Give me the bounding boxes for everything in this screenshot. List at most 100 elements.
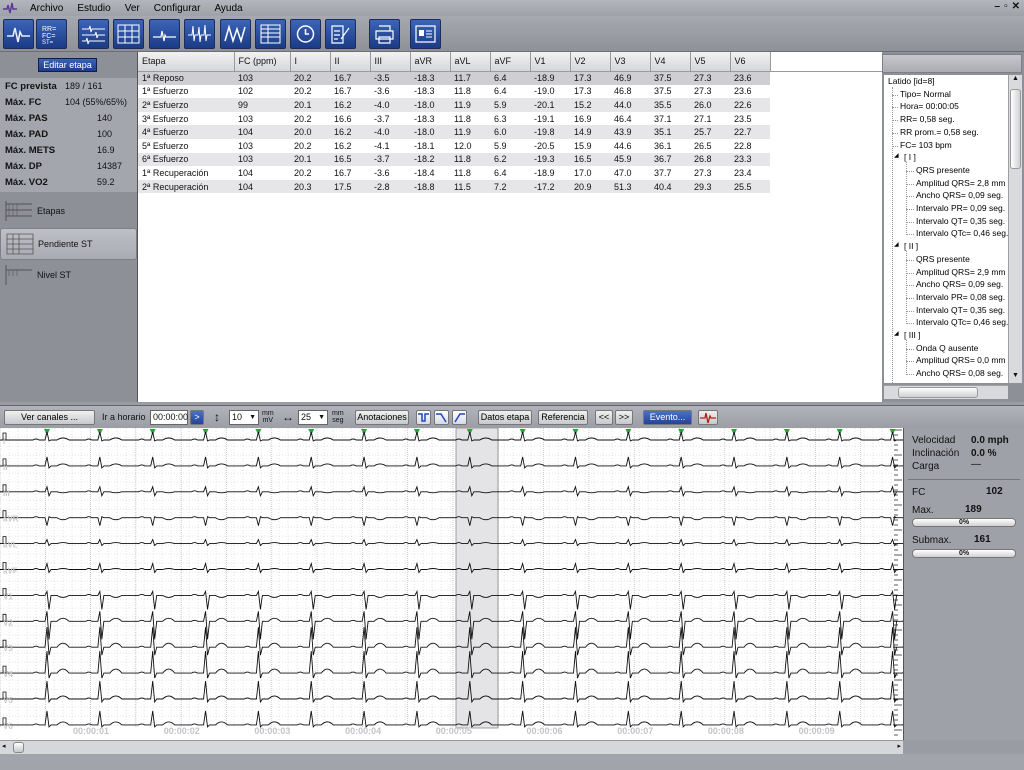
restore-icon[interactable]: ▫	[1004, 1, 1008, 12]
table-row[interactable]: 6ª Esfuerzo 103 20.1 16.5 -3.7 -18.2 11.8 6.2 -1…	[138, 152, 882, 167]
ver-canales-button[interactable]: Ver canales ...	[4, 410, 95, 425]
beats-button[interactable]	[184, 19, 215, 49]
nav-etapas[interactable]: Etapas	[0, 195, 137, 227]
evento-button[interactable]: Evento...	[643, 410, 692, 425]
menu-ayuda[interactable]: Ayuda	[207, 3, 249, 14]
tree-info-item[interactable]: Hora= 00:00:05	[900, 101, 959, 111]
tree-horizontal-scrollbar[interactable]	[884, 385, 1008, 399]
clock-button[interactable]	[290, 19, 321, 49]
table-row[interactable]: 5ª Esfuerzo 103 20.2 16.2 -4.1 -18.1 12.0 5.9 -2…	[138, 138, 882, 153]
column-header[interactable]: V3	[610, 52, 651, 72]
tree-lead-item[interactable]: QRS presente	[916, 165, 970, 175]
scroll-right-icon[interactable]: ▸	[897, 742, 901, 750]
scroll-left-icon[interactable]: ◂	[2, 742, 6, 750]
table-row[interactable]: 2ª Recuperación 104 20.3 17.5 -2.8 -18.8 11.5 7…	[138, 179, 882, 194]
menu-archivo[interactable]: Archivo	[23, 3, 70, 14]
tree-lead-item[interactable]: Intervalo PR= 0,09 seg.	[916, 203, 1005, 213]
table-row[interactable]: 1ª Reposo 103 20.2 16.7 -3.5 -18.3 11.7 6.4 -18.…	[138, 71, 882, 85]
ecg-strip-area[interactable]: I II III aVR aVL aVF V1 V2 V3 V4 V5 V6 00:00:01 00:00…	[0, 428, 903, 740]
column-header[interactable]: II	[330, 52, 371, 72]
column-header[interactable]: Etapa	[138, 52, 235, 72]
column-header[interactable]: V1	[530, 52, 571, 72]
nav-pendiente-st[interactable]: Pendiente ST	[0, 228, 137, 260]
printer-button[interactable]	[369, 19, 400, 49]
column-header[interactable]: V2	[570, 52, 611, 72]
menu-ver[interactable]: Ver	[118, 3, 147, 14]
scroll-up-icon[interactable]: ▲	[1010, 75, 1021, 86]
average-beat-button[interactable]	[220, 19, 251, 49]
tree-lead-item[interactable]: Amplitud QRS= 2,9 mm	[916, 267, 1006, 277]
speed-select[interactable]: 25 ▼	[298, 410, 328, 425]
tree-lead-item[interactable]: QRS presente	[916, 254, 970, 264]
gain-select[interactable]: 10 ▼	[229, 410, 259, 425]
report-button[interactable]	[410, 19, 441, 49]
tree-lead-item[interactable]: Ancho QRS= 0,09 seg.	[916, 279, 1003, 289]
rr-fc-st-button[interactable]: RR= FC= ST=	[36, 19, 67, 49]
tree-lead-item[interactable]: Intervalo QTc= 0,46 seg.	[916, 317, 1008, 327]
tree-lead-item[interactable]: Ancho QRS= 0,08 seg.	[916, 368, 1003, 378]
tree-lead-item[interactable]: Intervalo QT= 0,35 seg.	[916, 216, 1005, 226]
ecg-strip[interactable]: IIIIIIaVRaVLaVFV1V2V3V4V5V6 00:00:01 00:00…	[0, 428, 903, 740]
ecg-scroll-thumb[interactable]	[13, 742, 24, 753]
expand-icon[interactable]: ◢	[894, 152, 899, 159]
go-button[interactable]: >	[190, 410, 204, 425]
datos-etapa-button[interactable]: Datos etapa	[478, 410, 532, 425]
column-header[interactable]: V4	[650, 52, 691, 72]
tree-info-item[interactable]: FC= 103 bpm	[900, 140, 952, 150]
table-row[interactable]: 3ª Esfuerzo 103 20.2 16.6 -3.7 -18.3 11.8 6.3 -1…	[138, 111, 882, 126]
expand-icon[interactable]: ◢	[894, 241, 899, 248]
tree-lead-item[interactable]: Ancho QRS= 0,09 seg.	[916, 190, 1003, 200]
tree-lead-item[interactable]: Onda Q ausente	[916, 343, 978, 353]
table-row[interactable]: 1ª Esfuerzo 102 20.2 16.7 -3.6 -18.3 11.8 6.4 -1…	[138, 84, 882, 99]
tree-info-item[interactable]: Tipo= Normal	[900, 89, 951, 99]
referencia-button[interactable]: Referencia	[538, 410, 588, 425]
close-icon[interactable]: ✕	[1012, 1, 1020, 12]
ecg-multi-button[interactable]	[78, 19, 109, 49]
tree-lead-node[interactable]: [ I ]	[904, 152, 916, 162]
tree-info-item[interactable]: RR= 0,58 seg.	[900, 114, 955, 124]
column-header[interactable]: V5	[690, 52, 731, 72]
st-flat-button[interactable]	[452, 410, 467, 425]
menu-configurar[interactable]: Configurar	[147, 3, 208, 14]
tree-lead-item[interactable]: Amplitud QRS= 2,8 mm	[916, 178, 1006, 188]
column-header[interactable]: FC (ppm)	[234, 52, 291, 72]
table-row[interactable]: 1ª Recuperación 104 20.2 16.7 -3.6 -18.4 11.8 6…	[138, 166, 882, 180]
expand-icon[interactable]: ◢	[894, 330, 899, 337]
st-up-button[interactable]	[416, 410, 431, 425]
ecg-horizontal-scrollbar[interactable]: ◂ ▸	[0, 740, 903, 754]
edit-doc-button[interactable]	[325, 19, 356, 49]
ecg-wave-button[interactable]	[3, 19, 34, 49]
next-button[interactable]: >>	[615, 410, 633, 425]
edit-stage-button[interactable]: Editar etapa	[38, 58, 97, 72]
column-header[interactable]: III	[370, 52, 411, 72]
tree-lead-item[interactable]: Intervalo QTc= 0,46 seg.	[916, 228, 1008, 238]
column-header[interactable]: I	[290, 52, 331, 72]
tree-scroll-thumb[interactable]	[1010, 89, 1021, 169]
st-down-button[interactable]	[434, 410, 449, 425]
tree-vertical-scrollbar[interactable]: ▲ ▼	[1008, 75, 1022, 383]
event-marker-button[interactable]	[698, 410, 718, 425]
nav-nivel-st[interactable]: Nivel ST	[0, 259, 137, 291]
tree-lead-item[interactable]: Intervalo QT= 0,35 seg.	[916, 305, 1005, 315]
tree-lead-node[interactable]: [ II ]	[904, 241, 918, 251]
column-header[interactable]: aVR	[410, 52, 451, 72]
column-header[interactable]: aVF	[490, 52, 531, 72]
wave-small-button[interactable]	[149, 19, 180, 49]
table-button[interactable]	[255, 19, 286, 49]
grid-ecg-button[interactable]	[113, 19, 144, 49]
menu-estudio[interactable]: Estudio	[70, 3, 117, 14]
anotaciones-button[interactable]: Anotaciones	[355, 410, 409, 425]
table-row[interactable]: 4ª Esfuerzo 104 20.0 16.2 -4.0 -18.0 11.9 6.0 -1…	[138, 125, 882, 139]
scroll-down-icon[interactable]: ▼	[1010, 372, 1021, 383]
table-row[interactable]: 2ª Esfuerzo 99 20.1 16.2 -4.0 -18.0 11.9 5.9 -20…	[138, 98, 882, 112]
tree-root[interactable]: Latido [id=8]	[888, 76, 935, 86]
time-input[interactable]: 00:00:00	[150, 410, 188, 425]
tree-info-item[interactable]: RR prom.= 0,58 seg.	[900, 127, 979, 137]
tree-lead-item[interactable]: Amplitud QRS= 0,0 mm	[916, 355, 1006, 365]
tree-lead-item[interactable]: Intervalo PR= 0,08 seg.	[916, 292, 1005, 302]
tree-lead-node[interactable]: [ III ]	[904, 330, 921, 340]
column-header[interactable]: V6	[730, 52, 771, 72]
column-header[interactable]: aVL	[450, 52, 491, 72]
minimize-icon[interactable]: –	[995, 1, 1001, 12]
prev-button[interactable]: <<	[595, 410, 613, 425]
